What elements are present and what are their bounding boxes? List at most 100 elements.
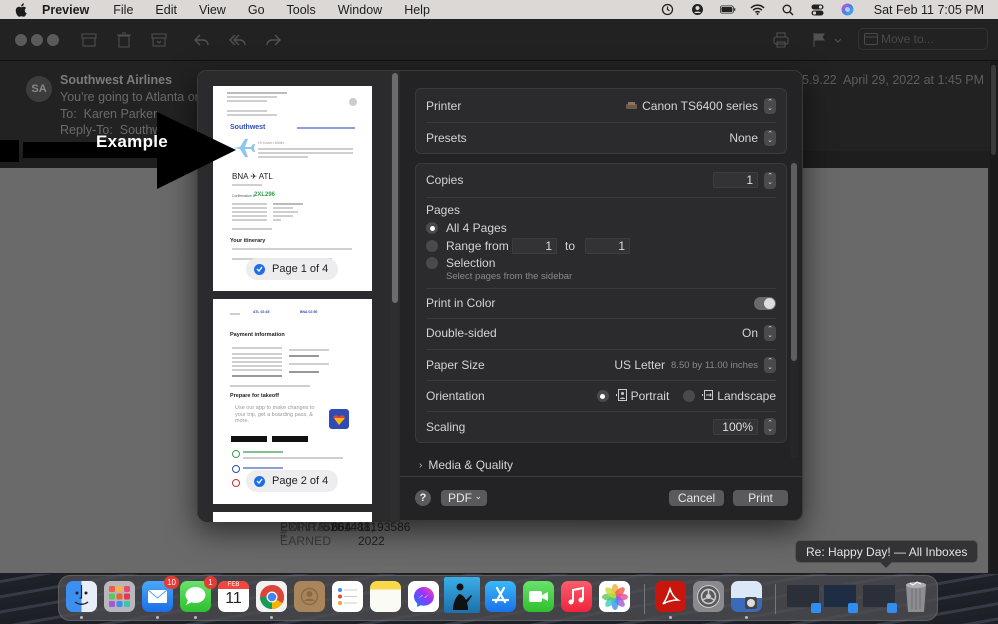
pages-selection-option[interactable]: Selection [426, 255, 776, 270]
dock-launchpad-icon[interactable] [104, 581, 135, 612]
dock-messages-icon[interactable]: 1 [180, 576, 217, 619]
pages-row: Pages [426, 203, 776, 217]
portrait-radio[interactable] [596, 390, 609, 402]
cancel-button[interactable]: Cancel [669, 490, 724, 506]
menu-help[interactable]: Help [404, 3, 430, 17]
user-icon[interactable] [690, 3, 706, 17]
printer-popup-chevron-icon[interactable]: ⌃ ⌄ [764, 98, 776, 114]
pages-all-option[interactable]: All 4 Pages [426, 221, 776, 235]
pages-all-radio[interactable] [426, 222, 438, 234]
page-thumbnail[interactable] [213, 512, 372, 522]
printer-select[interactable]: Canon TS6400 series [642, 99, 758, 113]
dock-calendar-icon[interactable]: FEB 11 [218, 581, 249, 612]
double-sided-select[interactable]: On [742, 326, 758, 340]
pages-selection-radio[interactable] [426, 256, 438, 269]
print-in-color-toggle[interactable] [754, 296, 776, 310]
sidebar-scrollbar[interactable] [391, 71, 399, 522]
dock-system-preferences-icon[interactable] [693, 581, 724, 612]
battery-icon[interactable] [719, 3, 736, 17]
dock-acrobat-icon[interactable] [655, 581, 686, 619]
settings-scrollbar[interactable] [790, 160, 798, 458]
pages-range-radio[interactable] [426, 239, 438, 252]
archive-icon[interactable] [80, 31, 98, 49]
portrait-label[interactable]: Portrait [631, 389, 670, 403]
wifi-icon[interactable] [750, 3, 766, 17]
landscape-label[interactable]: Landscape [717, 389, 776, 403]
time-machine-icon[interactable] [660, 3, 676, 17]
paper-size-select[interactable]: US Letter [614, 358, 665, 372]
page-thumbnail[interactable]: ATL 02:45 BNA 02:50 Payment information … [213, 299, 372, 504]
dock-minimized-mail-window[interactable] [786, 584, 821, 613]
scaling-stepper[interactable]: ⌃ ⌄ [764, 418, 776, 435]
range-from-field[interactable]: 1 [512, 237, 557, 254]
calendar-month: FEB [218, 581, 249, 589]
dock-preview-icon[interactable] [731, 581, 762, 619]
double-sided-popup-chevron-icon[interactable]: ⌃ ⌄ [764, 325, 776, 341]
siri-icon[interactable] [840, 3, 856, 17]
dock-minimized-mail-window[interactable] [862, 584, 897, 613]
page-1-selected-badge[interactable]: Page 1 of 4 [246, 258, 339, 280]
copies-stepper[interactable]: ⌃ ⌄ [764, 171, 776, 189]
landscape-radio[interactable] [683, 390, 696, 402]
printer-label: Printer [426, 99, 462, 113]
menu-view[interactable]: View [199, 3, 226, 17]
range-to-field[interactable]: 1 [585, 237, 631, 254]
menu-file[interactable]: File [113, 3, 133, 17]
presets-select[interactable]: None [729, 131, 758, 145]
spotlight-icon[interactable] [780, 3, 796, 17]
copies-field[interactable]: 1 [713, 172, 758, 188]
dock-music-icon[interactable] [561, 581, 592, 612]
pdf-menu-button[interactable]: PDF ⌄ [441, 490, 487, 506]
pages-range-option[interactable]: Range from 1 to 1 [426, 237, 776, 254]
disclosure-chevron-icon[interactable]: › [419, 460, 422, 471]
move-to-button[interactable]: Move to... [858, 28, 988, 50]
media-quality-disclosure[interactable]: › Media & Quality [419, 458, 777, 472]
page-2-selected-badge[interactable]: Page 2 of 4 [246, 470, 339, 492]
dock-separator [644, 584, 645, 614]
sender-name[interactable]: Southwest Airlines [60, 73, 172, 87]
mail-unread-badge: 10 [164, 576, 179, 589]
prepare-heading: Prepare for takeoff [230, 393, 279, 399]
close-window-button[interactable] [15, 34, 27, 46]
app-store-badge [231, 436, 267, 442]
dock-app-store-icon[interactable] [485, 581, 516, 612]
dock-kindle-icon[interactable] [444, 577, 480, 613]
dock-messenger-icon[interactable] [408, 581, 439, 612]
dock-mail-icon[interactable]: 10 [142, 576, 179, 619]
clock-red-icon [232, 479, 240, 487]
dock-reminders-icon[interactable] [332, 581, 363, 612]
apple-menu-icon[interactable] [14, 2, 28, 17]
dock-facetime-icon[interactable] [523, 581, 554, 612]
example-label: Example [96, 132, 169, 151]
presets-popup-chevron-icon[interactable]: ⌃ ⌄ [764, 130, 776, 146]
reply-all-icon[interactable] [228, 31, 246, 49]
flag-icon[interactable] [810, 31, 828, 49]
help-button[interactable]: ? [415, 490, 431, 506]
junk-icon[interactable] [150, 31, 168, 49]
menu-app-name[interactable]: Preview [42, 3, 89, 17]
minimize-window-button[interactable] [31, 34, 43, 46]
menu-tools[interactable]: Tools [287, 3, 316, 17]
print-icon[interactable] [772, 31, 790, 49]
control-center-icon[interactable] [810, 3, 826, 17]
reply-icon[interactable] [192, 31, 210, 49]
dock-contacts-icon[interactable] [294, 581, 325, 612]
menu-bar-clock[interactable]: Sat Feb 11 7:05 PM [874, 3, 984, 17]
dock-minimized-mail-window[interactable] [823, 584, 858, 613]
dock-finder-icon[interactable] [66, 581, 97, 619]
zoom-window-button[interactable] [47, 34, 59, 46]
dock-photos-icon[interactable] [599, 581, 630, 612]
menu-edit[interactable]: Edit [155, 3, 177, 17]
paper-size-popup-chevron-icon[interactable]: ⌃ ⌄ [764, 357, 776, 373]
scaling-field[interactable]: 100% [713, 418, 758, 435]
print-button[interactable]: Print [733, 490, 788, 506]
dock-notes-icon[interactable] [370, 581, 401, 612]
trash-icon[interactable] [115, 31, 133, 49]
menu-window[interactable]: Window [338, 3, 382, 17]
forward-icon[interactable] [265, 31, 283, 49]
dock-chrome-icon[interactable] [256, 581, 287, 619]
menu-go[interactable]: Go [248, 3, 265, 17]
dock-trash-icon[interactable] [902, 579, 930, 613]
mail-scrollbar[interactable] [990, 61, 998, 573]
flag-menu-chevron-icon[interactable] [833, 31, 843, 49]
